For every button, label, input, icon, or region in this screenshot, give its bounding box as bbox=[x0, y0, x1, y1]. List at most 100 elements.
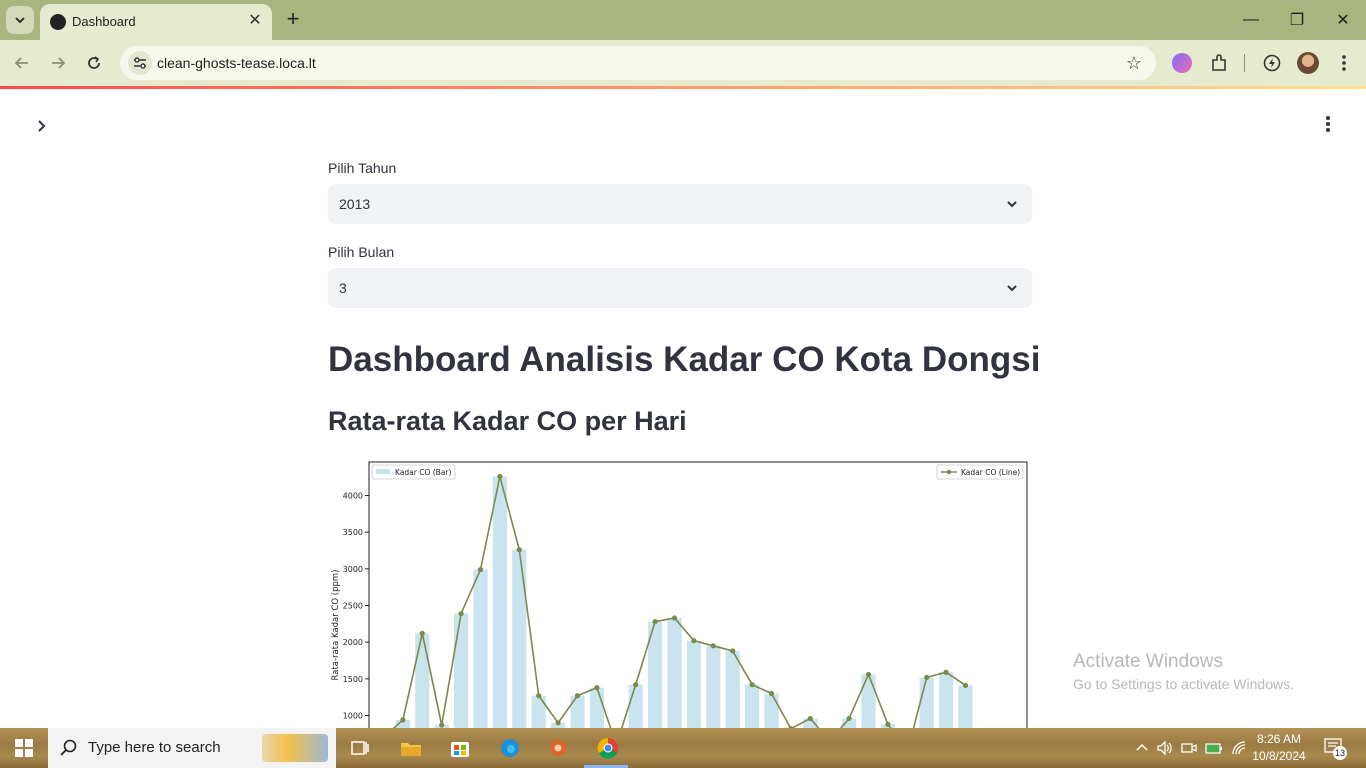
search-placeholder: Type here to search bbox=[88, 739, 221, 756]
line-point-day-27 bbox=[885, 721, 891, 727]
performance-icon[interactable] bbox=[1262, 53, 1282, 73]
line-point-day-7 bbox=[497, 473, 503, 480]
url-text: clean-ghosts-tease.loca.lt bbox=[157, 55, 316, 71]
chevron-down-icon bbox=[1007, 201, 1017, 208]
taskbar-clock[interactable]: 8:26 AM 10/8/2024 bbox=[1248, 731, 1310, 765]
line-point-day-29 bbox=[924, 674, 930, 680]
legend-bar: Kadar CO (Bar) bbox=[371, 464, 456, 480]
chevron-right-icon bbox=[38, 120, 46, 132]
line-point-day-25 bbox=[846, 715, 852, 722]
chrome-icon[interactable] bbox=[594, 734, 622, 762]
extensions-puzzle-icon[interactable] bbox=[1208, 52, 1230, 74]
volume-icon[interactable] bbox=[1156, 739, 1174, 757]
sidebar-expand-button[interactable] bbox=[30, 114, 54, 138]
toolbar-divider bbox=[1244, 54, 1245, 72]
bar-day-21 bbox=[764, 693, 779, 728]
taskbar-search-box[interactable]: Type here to search bbox=[48, 728, 336, 768]
address-bar[interactable]: clean-ghosts-tease.loca.lt ☆ bbox=[120, 46, 1156, 80]
bar-day-5 bbox=[454, 613, 469, 728]
year-select-value: 2013 bbox=[339, 196, 371, 212]
bar-day-20 bbox=[745, 684, 760, 728]
minimize-button[interactable]: — bbox=[1228, 0, 1274, 40]
windows-logo-icon bbox=[15, 739, 33, 757]
y-tick-label: 4000 bbox=[343, 492, 363, 501]
restore-button[interactable]: ❐ bbox=[1274, 0, 1320, 40]
wifi-icon[interactable] bbox=[1230, 739, 1248, 757]
line-point-day-4 bbox=[439, 722, 445, 728]
line-point-day-2 bbox=[400, 717, 406, 723]
reload-icon bbox=[88, 56, 100, 69]
bar-day-18 bbox=[706, 645, 721, 728]
app-icon[interactable] bbox=[544, 734, 572, 762]
windows-taskbar: Type here to search 8:26 AM 10/8/2024 13 bbox=[0, 728, 1366, 768]
line-point-day-11 bbox=[574, 693, 581, 699]
bar-day-17 bbox=[686, 640, 701, 728]
extension-brain-icon[interactable] bbox=[1172, 53, 1192, 73]
notification-center-button[interactable]: 13 bbox=[1322, 736, 1348, 760]
page-title: Dashboard Analisis Kadar CO Kota Dongsi bbox=[328, 340, 1041, 379]
line-point-day-12 bbox=[594, 685, 600, 691]
month-select[interactable]: 3 bbox=[328, 268, 1032, 308]
line-point-day-10 bbox=[555, 720, 561, 726]
bookmark-star-icon[interactable]: ☆ bbox=[1126, 53, 1142, 74]
site-info-icon[interactable] bbox=[128, 51, 152, 75]
legend-bar-label: Kadar CO (Bar) bbox=[395, 468, 451, 477]
line-point-day-20 bbox=[749, 682, 755, 688]
line-point-day-17 bbox=[691, 638, 697, 644]
line-point-day-21 bbox=[768, 690, 775, 697]
bar-day-6 bbox=[473, 569, 488, 728]
section-title: Rata-rata Kadar CO per Hari bbox=[328, 406, 687, 436]
clock-date: 10/8/2024 bbox=[1252, 749, 1306, 763]
microsoft-store-icon[interactable] bbox=[446, 734, 474, 762]
year-select[interactable]: 2013 bbox=[328, 184, 1032, 224]
start-button[interactable] bbox=[0, 728, 48, 768]
line-point-day-5 bbox=[458, 610, 464, 617]
file-explorer-icon[interactable] bbox=[397, 734, 425, 762]
search-highlight-image bbox=[262, 734, 328, 762]
activate-windows-title: Activate Windows bbox=[1073, 651, 1223, 672]
bar-day-11 bbox=[570, 695, 585, 728]
chevron-down-icon bbox=[1007, 285, 1017, 292]
close-window-button[interactable]: ✕ bbox=[1320, 0, 1366, 40]
reload-button[interactable] bbox=[81, 50, 107, 76]
month-select-label: Pilih Bulan bbox=[328, 244, 395, 260]
browser-tab[interactable]: Dashboard ✕ bbox=[40, 4, 272, 40]
bar-day-30 bbox=[939, 672, 954, 728]
arrow-right-icon bbox=[52, 57, 66, 69]
forward-button[interactable] bbox=[45, 50, 71, 76]
profile-avatar[interactable] bbox=[1297, 52, 1319, 74]
edge-browser-icon[interactable] bbox=[496, 734, 524, 762]
bar-day-26 bbox=[861, 674, 876, 728]
battery-icon[interactable] bbox=[1204, 739, 1224, 757]
line-point-day-14 bbox=[633, 682, 639, 688]
y-tick-label: 3500 bbox=[343, 528, 363, 537]
back-button[interactable] bbox=[9, 50, 35, 76]
tab-close-icon[interactable]: ✕ bbox=[246, 12, 264, 30]
line-point-day-6 bbox=[477, 566, 484, 573]
new-tab-button[interactable]: + bbox=[282, 8, 304, 30]
line-point-day-23 bbox=[807, 715, 813, 722]
tab-title: Dashboard bbox=[72, 14, 136, 29]
line-point-day-19 bbox=[730, 648, 736, 654]
clock-time: 8:26 AM bbox=[1256, 732, 1302, 746]
y-tick-label: 3000 bbox=[343, 565, 363, 574]
line-point-day-30 bbox=[943, 669, 949, 675]
search-icon bbox=[60, 739, 77, 756]
y-tick-label: 2500 bbox=[343, 602, 363, 611]
tray-chevron-up-icon[interactable] bbox=[1134, 740, 1150, 756]
month-select-value: 3 bbox=[339, 280, 347, 296]
bar-day-3 bbox=[415, 633, 430, 728]
line-point-day-9 bbox=[536, 693, 542, 699]
y-tick-label: 1500 bbox=[343, 675, 363, 684]
bar-day-9 bbox=[531, 695, 546, 728]
browser-menu-icon[interactable] bbox=[1334, 52, 1354, 74]
notification-count-badge: 13 bbox=[1333, 746, 1347, 760]
bar-day-14 bbox=[628, 684, 643, 728]
y-tick-label: 2000 bbox=[343, 638, 363, 647]
bar-day-16 bbox=[667, 617, 682, 728]
bar-day-29 bbox=[919, 677, 934, 728]
meet-now-icon[interactable] bbox=[1180, 739, 1198, 757]
tab-search-button[interactable] bbox=[6, 6, 34, 34]
main-menu-button[interactable] bbox=[1316, 112, 1340, 136]
task-view-icon[interactable] bbox=[346, 734, 374, 762]
